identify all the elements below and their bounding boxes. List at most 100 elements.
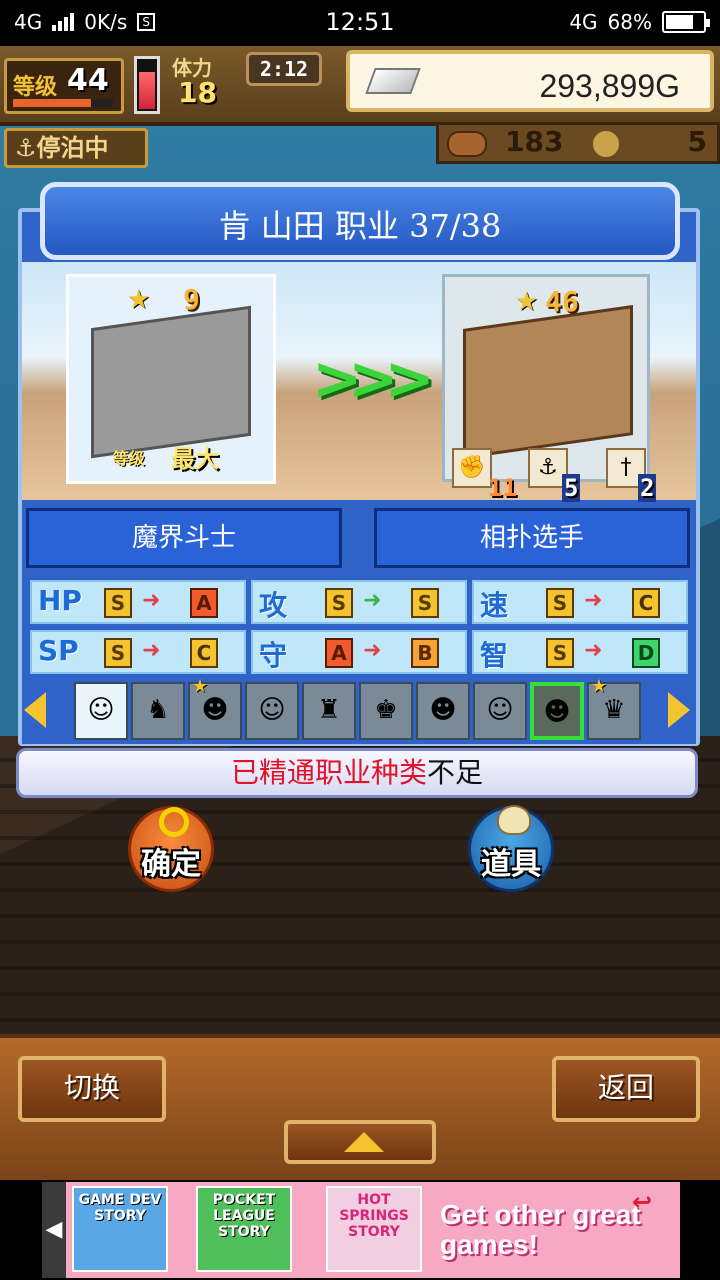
silver-bar-icon [365, 68, 421, 94]
job-portrait[interactable]: ☻ [530, 682, 584, 740]
panel-title: 肯 山田 职业 37/38 [218, 207, 502, 245]
stat-fist-value: 11 [488, 474, 517, 502]
ad-banner[interactable]: ◀ GAME DEV STORY POCKET LEAGUE STORY HOT… [0, 1180, 720, 1280]
player-level: 等级 44 [4, 58, 124, 114]
current-job-card: ★ 9 等级 最大 [66, 274, 276, 484]
gold-value: 293,899G [539, 68, 680, 104]
message-black-text: 不足 [427, 756, 484, 789]
switch-button[interactable]: 切换 [18, 1056, 166, 1122]
star-icon: ★ [127, 285, 151, 315]
job-portrait[interactable]: ☺ [74, 682, 128, 740]
grade-stat-label: 智 [480, 639, 509, 672]
character-icon: ♛ [602, 695, 626, 725]
grade-from-badge: S [104, 588, 132, 618]
job-portrait[interactable]: ♜ [302, 682, 356, 740]
anchor-status-button[interactable]: ⚓停泊中 [4, 128, 148, 168]
network-label-right: 4G [569, 10, 598, 34]
target-job-stats: ✊ 11 ⚓ 5 † 2 [452, 448, 682, 504]
item-button[interactable]: 道具 [468, 805, 554, 892]
job-portrait[interactable]: ☺ [245, 682, 299, 740]
grade-row: SP S ➜ C [30, 630, 246, 674]
star-icon: ★ [192, 676, 209, 697]
grade-from-badge: A [325, 638, 353, 668]
panel-title-bar: 肯 山田 职业 37/38 [40, 182, 680, 260]
stamina-gauge [134, 56, 160, 114]
ad-return-icon[interactable]: ↩ [632, 1188, 652, 1216]
arrow-right-icon: ➜ [142, 588, 161, 613]
ad-hot-springs-story[interactable]: HOT SPRINGS STORY [326, 1186, 422, 1272]
expand-up-button[interactable] [284, 1120, 436, 1164]
level-value: 44 [67, 63, 109, 98]
grade-to-badge: S [411, 588, 439, 618]
grade-stat-label: HP [38, 584, 82, 617]
ring-icon [159, 807, 189, 837]
level-progress-bar [13, 99, 113, 107]
grade-row: 守 A ➜ B [251, 630, 467, 674]
job-portrait[interactable]: ♞ [131, 682, 185, 740]
grade-stat-label: SP [38, 634, 79, 667]
character-icon: ☺ [87, 695, 115, 725]
ad-game-dev-story[interactable]: GAME DEV STORY [72, 1186, 168, 1272]
character-icon: ♚ [374, 695, 398, 725]
resource2-value: 5 [687, 125, 707, 158]
arrow-right-icon: ➜ [363, 588, 382, 613]
star-icon: ★ [515, 287, 539, 317]
character-icon: ☻ [543, 697, 571, 727]
message-red-text: 已精通职业种类 [230, 756, 427, 789]
grade-to-badge: D [632, 638, 660, 668]
max-tag: 最大 [171, 445, 219, 473]
roster-next-arrow-icon[interactable] [668, 692, 690, 728]
target-job-rank: 46 [545, 285, 579, 318]
triangle-up-icon [344, 1132, 384, 1152]
chevron-right-icon: >>> [312, 344, 435, 414]
resource-bar: 183 5 [436, 122, 720, 164]
job-portrait[interactable]: ☻ [416, 682, 470, 740]
ad-collapse-icon[interactable]: ◀ [42, 1182, 66, 1278]
bag-icon [497, 805, 531, 835]
job-portrait[interactable]: ★ ♛ [587, 678, 641, 740]
character-icon: ♜ [317, 695, 341, 725]
arrow-right-icon: ➜ [584, 588, 603, 613]
character-icon: ☻ [429, 695, 457, 725]
grade-from-badge: S [104, 638, 132, 668]
ad-pocket-league-story[interactable]: POCKET LEAGUE STORY [196, 1186, 292, 1272]
job-portrait[interactable]: ♚ [359, 682, 413, 740]
anchor-label: 停泊中 [36, 134, 109, 162]
character-icon: ☺ [258, 695, 286, 725]
stamina-value: 18 [178, 76, 217, 109]
confirm-button[interactable]: 确定 [128, 806, 214, 892]
back-button[interactable]: 返回 [552, 1056, 700, 1122]
job-roster: ☺ ♞ ★ ☻ ☺ ♜ ♚ ☻ ☺ ☻ ★ ♛ [22, 678, 696, 744]
grade-from-badge: S [325, 588, 353, 618]
grade-row: 速 S ➜ C [472, 580, 688, 624]
grade-row: 智 S ➜ D [472, 630, 688, 674]
grade-row: 攻 S ➜ S [251, 580, 467, 624]
grade-to-badge: A [190, 588, 218, 618]
arrow-right-icon: ➜ [142, 638, 161, 663]
status-bar: 4G 0K/s S 12:51 4G 68% [0, 0, 720, 46]
current-job-rank: 9 [183, 283, 200, 316]
stat-sword-value: 2 [638, 474, 657, 502]
stone-room-image [91, 305, 251, 459]
character-icon: ☻ [201, 695, 229, 725]
medal-icon [591, 129, 621, 159]
roster-prev-arrow-icon[interactable] [24, 692, 46, 728]
star-icon: ★ [591, 676, 608, 697]
target-job-name[interactable]: 相扑选手 [374, 508, 690, 568]
food-icon [447, 131, 487, 157]
stamina-timer: 2:12 [246, 52, 322, 86]
battery-icon [662, 11, 710, 33]
item-label: 道具 [481, 847, 541, 882]
grade-row: HP S ➜ A [30, 580, 246, 624]
current-job-name[interactable]: 魔界斗士 [26, 508, 342, 568]
grade-to-badge: C [190, 638, 218, 668]
battery-percent: 68% [607, 10, 652, 34]
job-portrait[interactable]: ★ ☻ [188, 678, 242, 740]
grade-from-badge: S [546, 638, 574, 668]
confirm-label: 确定 [141, 847, 201, 882]
gold-display: 293,899G [346, 50, 714, 112]
requirement-message: 已精通职业种类不足 [16, 748, 698, 798]
grade-stat-label: 攻 [259, 589, 288, 622]
character-icon: ♞ [146, 695, 170, 725]
job-portrait[interactable]: ☺ [473, 682, 527, 740]
